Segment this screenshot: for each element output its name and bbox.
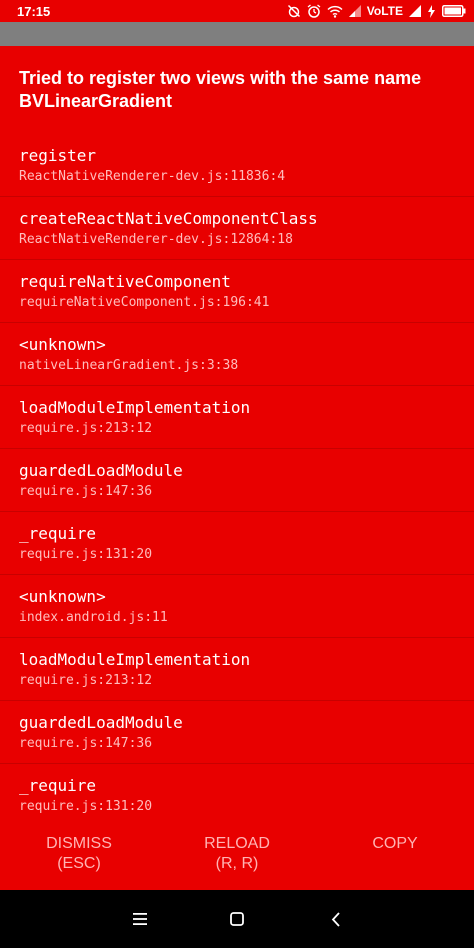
frame-location: require.js:131:20 [19,547,153,562]
reload-shortcut: (R, R) [215,855,259,872]
status-time: 17:15 [17,3,51,19]
error-title: Tried to register two views with the sam… [19,68,422,111]
button-bar: DISMISS (ESC) RELOAD (R, R) COPY [0,817,474,890]
stack-frame[interactable]: _require require.js:131:20 [0,764,474,817]
stack-frame[interactable]: guardedLoadModule require.js:147:36 [0,449,474,512]
frame-method: <unknown> [19,587,106,606]
battery-charging-icon [428,4,435,18]
signal-icon [409,5,421,17]
home-icon [230,912,244,926]
frame-method: guardedLoadModule [19,713,183,732]
frame-location: require.js:147:36 [19,736,153,751]
frame-location: ReactNativeRenderer-dev.js:11836:4 [19,169,286,184]
frame-location: index.android.js:11 [19,610,168,625]
frame-location: requireNativeComponent.js:196:41 [19,295,270,310]
back-button[interactable] [306,890,366,948]
frame-method: createReactNativeComponentClass [19,209,318,228]
frame-method: _require [19,776,97,795]
navigation-bar [0,890,474,948]
copy-button[interactable]: COPY [316,817,474,890]
status-icons: VoLTE [287,4,466,18]
frame-method: _require [19,524,97,543]
dismiss-shortcut: (ESC) [57,855,101,872]
battery-icon [442,5,466,17]
reload-button[interactable]: RELOAD (R, R) [158,817,316,890]
frame-location: require.js:131:20 [19,799,153,814]
alarm-off-icon [287,4,300,18]
stack-frame[interactable]: <unknown> nativeLinearGradient.js:3:38 [0,323,474,386]
title-bar-strip [0,22,474,46]
dismiss-button[interactable]: DISMISS (ESC) [0,817,158,890]
stack-frame[interactable]: loadModuleImplementation require.js:213:1… [0,638,474,701]
stack-frame[interactable]: requireNativeComponent requireNativeCompo… [0,260,474,323]
frame-method: loadModuleImplementation [19,650,251,669]
frame-location: nativeLinearGradient.js:3:38 [19,358,239,373]
frame-method: register [19,146,97,165]
alarm-icon [307,4,321,18]
network-label: VoLTE [366,4,403,18]
copy-label: COPY [372,835,418,852]
stack-frame[interactable]: register ReactNativeRenderer-dev.js:11836… [0,134,474,197]
frame-method: <unknown> [19,335,106,354]
back-icon [331,911,340,927]
frame-location: ReactNativeRenderer-dev.js:12864:18 [19,232,293,247]
frame-location: require.js:213:12 [19,421,153,436]
stack-frame[interactable]: _require require.js:131:20 [0,512,474,575]
reload-label: RELOAD [204,835,270,852]
signal-icon [348,5,361,17]
frame-method: requireNativeComponent [19,272,231,291]
frame-location: require.js:147:36 [19,484,153,499]
status-bar: 17:15 VoLTE [0,0,474,22]
wifi-icon [327,5,343,18]
stack-frame[interactable]: loadModuleImplementation require.js:213:1… [0,386,474,449]
dismiss-label: DISMISS [46,835,112,852]
stack-frame[interactable]: guardedLoadModule require.js:147:36 [0,701,474,764]
stack-frame[interactable]: <unknown> index.android.js:11 [0,575,474,638]
menu-icon [133,913,147,925]
stack-trace-list[interactable]: register ReactNativeRenderer-dev.js:11836… [0,134,474,817]
frame-method: guardedLoadModule [19,461,183,480]
frame-location: require.js:213:12 [19,673,153,688]
stack-frame[interactable]: createReactNativeComponentClass ReactNati… [0,197,474,260]
frame-method: loadModuleImplementation [19,398,251,417]
home-button[interactable] [207,890,267,948]
menu-button[interactable] [110,890,170,948]
